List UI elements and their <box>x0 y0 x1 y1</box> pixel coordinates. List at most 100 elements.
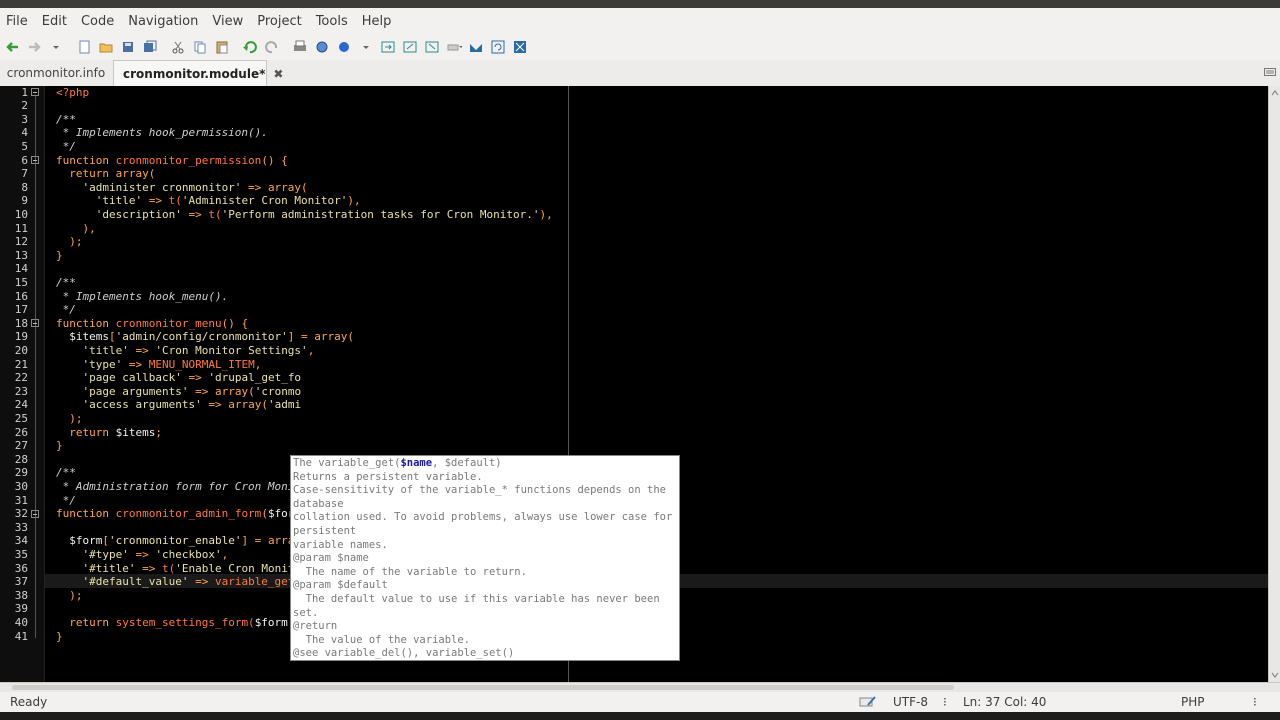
menu-file[interactable]: File <box>0 14 35 29</box>
encoding-label[interactable]: UTF-8 <box>893 695 928 709</box>
print-icon[interactable] <box>289 36 311 58</box>
tab-cronmonitor-info[interactable]: cronmonitor.info <box>0 60 112 86</box>
code-line: function cronmonitor_admin_form($form <box>56 507 301 521</box>
forward-icon[interactable] <box>23 36 45 58</box>
code-token: 'description' <box>56 207 182 221</box>
more-icon[interactable] <box>443 36 465 58</box>
line-number: 21 <box>14 357 28 371</box>
fold-marker-icon[interactable] <box>31 509 39 518</box>
fold-line <box>35 164 36 258</box>
calltip-line: The default value to use if this variabl… <box>293 593 660 607</box>
code-token: [ <box>102 534 109 548</box>
vertical-scrollbar[interactable] <box>1268 86 1280 682</box>
edit-mode-icon[interactable] <box>859 695 877 709</box>
code-line: 'type' => MENU_NORMAL_ITEM, <box>56 358 261 372</box>
code-token: ] = <box>241 534 268 548</box>
code-token: array( <box>228 398 268 412</box>
menu-tools[interactable]: Tools <box>309 14 355 29</box>
save-icon[interactable] <box>117 36 139 58</box>
code-editor[interactable]: 1 2 3 4 5 6 7 8 9 10 11 12 13 14 15 16 17 18 19 20 21 22 23 24 2… <box>0 86 1268 682</box>
copy-icon[interactable] <box>189 36 211 58</box>
find-icon[interactable] <box>311 36 333 58</box>
line-number: 9 <box>21 194 28 208</box>
code-line: 'access arguments' => array('admi <box>56 398 301 412</box>
code-line: return system_settings_form($form); <box>56 616 301 630</box>
code-line: ); <box>56 588 83 603</box>
calltip-text: persistent <box>293 525 357 537</box>
tab-bar: cronmonitor.info cronmonitor.module* ✖ <box>0 60 1280 87</box>
menu-bar: File Edit Code Navigation View Project Tools He… <box>0 8 1280 34</box>
code-token: variable_get( <box>214 575 302 589</box>
menu-project[interactable]: Project <box>250 14 308 29</box>
language-label[interactable]: PHP <box>1181 695 1205 709</box>
code-line: return array( <box>56 167 155 181</box>
code-line: function cronmonitor_menu() { <box>56 317 248 331</box>
save-all-icon[interactable] <box>139 36 161 58</box>
new-file-icon[interactable] <box>73 36 95 58</box>
web-icon[interactable] <box>333 36 355 58</box>
line-number: 35 <box>14 547 28 561</box>
menu-view[interactable]: View <box>205 14 250 29</box>
calltip-line: @see variable_del(), variable_set() <box>293 647 514 660</box>
code-token: /** <box>56 466 76 480</box>
line-number: 25 <box>14 411 28 425</box>
settings-icon[interactable] <box>509 36 531 58</box>
paste-icon[interactable] <box>211 36 233 58</box>
redo-icon[interactable] <box>261 36 283 58</box>
code-token: ); <box>56 588 83 602</box>
code-token: array( <box>314 330 355 344</box>
menu-navigation[interactable]: Navigation <box>121 14 205 29</box>
fit-icon[interactable] <box>421 36 443 58</box>
scroll-thumb[interactable] <box>12 685 954 690</box>
dropdown-icon[interactable] <box>355 36 377 58</box>
fold-marker-icon[interactable] <box>31 319 39 328</box>
mail-icon[interactable] <box>465 36 487 58</box>
code-token: } <box>56 248 63 262</box>
fold-marker-icon[interactable] <box>31 88 39 96</box>
zoom-icon[interactable] <box>399 36 421 58</box>
code-line: '#default_value' => variable_get('c') <box>56 575 327 589</box>
line-number: 24 <box>14 398 28 412</box>
code-token: * Implements hook_menu(). <box>56 289 229 303</box>
calltip-line: set. <box>293 607 318 621</box>
calltip-line: Case-sensitivity of the variable_* funct… <box>293 484 666 498</box>
calltip-text: set. <box>293 606 319 619</box>
menu-icon[interactable]: ⁝ <box>1253 695 1257 709</box>
scroll-up-icon[interactable] <box>1269 88 1280 98</box>
toolbar <box>0 34 1280 60</box>
undo-icon[interactable] <box>239 36 261 58</box>
calltip-line: The value of the variable. <box>293 634 470 648</box>
calltip-line: persistent <box>293 525 356 539</box>
toggle-icon[interactable] <box>377 36 399 58</box>
calltip-line: @return <box>293 620 337 634</box>
code-line: '#type' => 'checkbox', <box>56 548 228 562</box>
code-token: ] = <box>287 330 315 344</box>
cut-icon[interactable] <box>167 36 189 58</box>
line-number: 34 <box>14 534 28 548</box>
calltip-text: Returns a persistent variable. <box>293 470 483 483</box>
tab-list-icon[interactable] <box>1264 66 1276 78</box>
calltip-text: @return <box>293 620 338 633</box>
menu-code[interactable]: Code <box>74 14 121 29</box>
calltip-line: Returns a persistent variable. <box>293 471 483 485</box>
line-number: 7 <box>21 167 28 181</box>
code-token: * Implements hook_permission(). <box>56 126 268 140</box>
menu-edit[interactable]: Edit <box>35 14 74 29</box>
line-number: 5 <box>21 139 28 153</box>
back-icon[interactable] <box>1 36 23 58</box>
line-number: 23 <box>14 384 28 398</box>
menu-help[interactable]: Help <box>355 14 399 29</box>
tab-cronmonitor-module[interactable]: cronmonitor.module* ✖ <box>113 60 283 86</box>
calltip-text: collation used. To avoid problems, alway… <box>293 511 673 524</box>
line-number-gutter: 1 2 3 4 5 6 7 8 9 10 11 12 13 14 15 16 17 18 19 20 21 22 23 24 2… <box>0 86 45 682</box>
fold-marker-icon[interactable] <box>31 156 39 164</box>
close-icon[interactable]: ✖ <box>273 67 283 81</box>
code-token: 'Cron Monitor Settings' <box>155 343 308 357</box>
code-token: () { <box>261 153 288 167</box>
code-token: => <box>142 194 169 208</box>
dropdown-icon[interactable] <box>45 36 67 58</box>
scroll-down-icon[interactable] <box>1269 670 1280 680</box>
refresh-icon[interactable] <box>487 36 509 58</box>
open-file-icon[interactable] <box>95 36 117 58</box>
line-number: 20 <box>14 343 28 357</box>
